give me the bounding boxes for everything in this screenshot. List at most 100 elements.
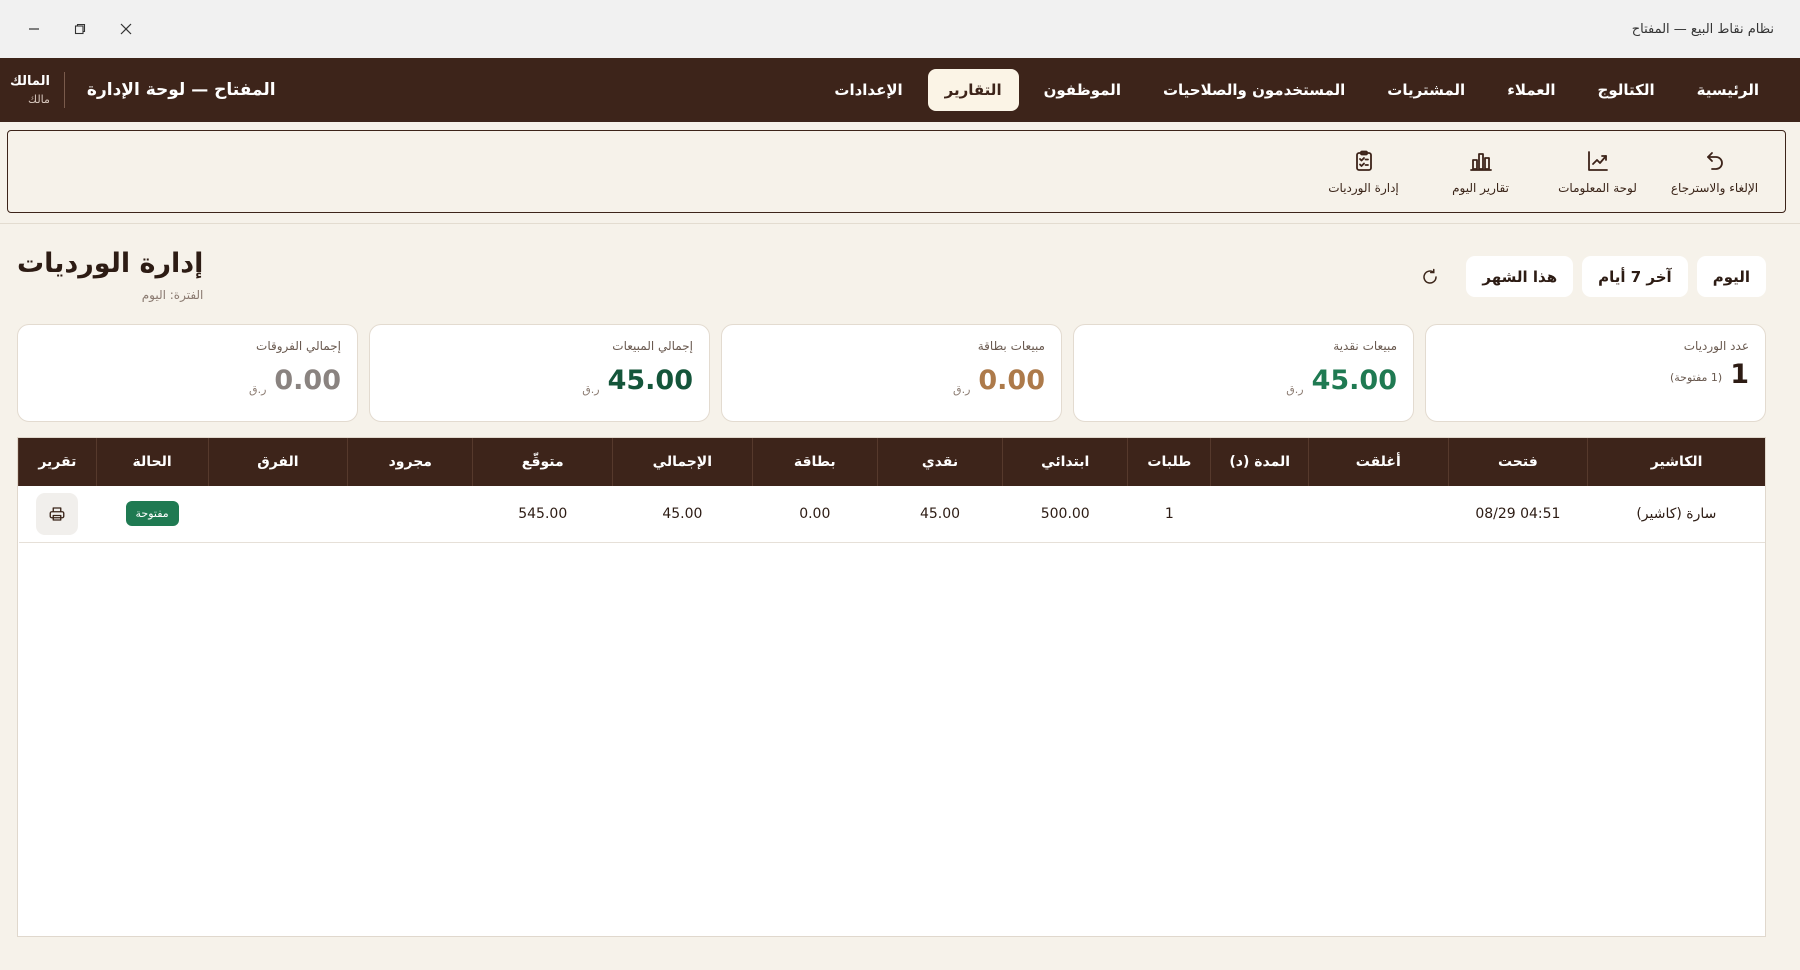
main-content: اليوم آخر 7 أيام هذا الشهر إدارة الورديا…	[0, 224, 1800, 937]
content-header: اليوم آخر 7 أيام هذا الشهر إدارة الورديا…	[17, 224, 1766, 324]
cell-card: 0.00	[752, 486, 878, 543]
subnav-item-label: إدارة الورديات	[1328, 180, 1399, 195]
col-duration[interactable]: المدة (د)	[1210, 438, 1309, 486]
tab-customers[interactable]: العملاء	[1490, 69, 1572, 111]
close-icon[interactable]	[118, 21, 134, 37]
cell-cashier: سارة (كاشير)	[1587, 486, 1765, 543]
col-orders[interactable]: طلبات	[1127, 438, 1211, 486]
shifts-table-card: الكاشير فتحت أغلقت المدة (د) طلبات ابتدا…	[17, 437, 1766, 937]
cell-total: 45.00	[612, 486, 753, 543]
tab-purchases[interactable]: المشتريات	[1370, 69, 1482, 111]
printer-icon	[49, 507, 65, 521]
page-heading: إدارة الورديات الفترة: اليوم	[17, 248, 203, 302]
tab-catalog[interactable]: الكتالوج	[1581, 69, 1672, 111]
kpi-shift-count: عدد الورديات 1 (1 مفتوحة)	[1425, 324, 1766, 422]
kpi-total-differences: إجمالي الفروقات 0.00 ر.ق	[17, 324, 358, 422]
print-report-button[interactable]	[36, 492, 79, 535]
refresh-icon	[1423, 268, 1438, 284]
kpi-value-row: 45.00 ر.ق	[386, 359, 693, 396]
col-status[interactable]: الحالة	[95, 438, 209, 486]
col-card[interactable]: بطاقة	[751, 438, 878, 486]
clipboard-check-icon	[1355, 150, 1372, 171]
tab-home[interactable]: الرئيسية	[1680, 69, 1776, 111]
cell-orders: 1	[1127, 486, 1211, 543]
kpi-value: 45.00	[607, 365, 693, 396]
col-closed[interactable]: أغلقت	[1307, 438, 1449, 486]
col-total[interactable]: الإجمالي	[612, 438, 753, 486]
col-cashier[interactable]: الكاشير	[1587, 438, 1765, 486]
cell-closed	[1308, 486, 1449, 543]
subnav-item-daily-reports[interactable]: تقارير اليوم	[1422, 137, 1539, 207]
cell-duration	[1210, 486, 1309, 543]
subnav-item-label: الإلغاء والاسترجاع	[1670, 180, 1759, 195]
kpi-value-row: 1 (1 مفتوحة)	[1442, 359, 1749, 390]
refresh-button[interactable]	[1415, 256, 1445, 297]
kpi-value-row: 0.00 ر.ق	[34, 359, 341, 396]
kpi-currency: ر.ق	[249, 383, 267, 396]
cell-counted	[347, 486, 473, 543]
trend-chart-icon	[1587, 150, 1608, 171]
restore-icon[interactable]	[72, 21, 88, 37]
cell-opened: 08/29 04:51	[1448, 486, 1588, 543]
status-badge: مفتوحة	[125, 501, 179, 527]
tab-reports[interactable]: التقارير	[927, 69, 1019, 111]
table-row[interactable]: سارة (كاشير) 08/29 04:51 1 500.00 45.00 …	[18, 486, 1765, 543]
period-7days-button[interactable]: آخر 7 أيام	[1582, 256, 1688, 297]
kpi-value-row: 0.00 ر.ق	[738, 359, 1045, 396]
page-subtitle: الفترة: اليوم	[141, 288, 204, 302]
col-opened[interactable]: فتحت	[1447, 438, 1588, 486]
tab-employees[interactable]: الموظفون	[1027, 69, 1138, 111]
subnav-item-dashboard[interactable]: لوحة المعلومات	[1539, 137, 1656, 207]
kpi-value: 45.00	[1311, 365, 1397, 396]
window-titlebar: نظام نقاط البيع — المفتاح	[0, 0, 1800, 58]
kpi-label: إجمالي الفروقات	[256, 339, 341, 353]
cell-expected: 545.00	[472, 486, 613, 543]
cell-status: مفتوحة	[96, 486, 209, 543]
cell-opened-value: 08/29 04:51	[1475, 505, 1561, 522]
kpi-label: إجمالي المبيعات	[612, 339, 693, 353]
page-title: إدارة الورديات	[17, 248, 204, 279]
kpi-value: 0.00	[274, 365, 341, 396]
user-info[interactable]: المالك مالك	[10, 74, 50, 106]
subnav-wrapper: الإلغاء والاسترجاع لوحة المعلومات تقارير…	[0, 122, 1800, 224]
kpi-cash-sales: مبيعات نقدية 45.00 ر.ق	[1073, 324, 1414, 422]
kpi-currency: ر.ق	[582, 383, 600, 396]
period-month-button[interactable]: هذا الشهر	[1466, 256, 1574, 297]
col-counted[interactable]: مجرود	[347, 438, 473, 486]
col-report: تقرير	[18, 438, 97, 486]
period-today-button[interactable]: اليوم	[1696, 256, 1766, 297]
kpi-currency: ر.ق	[953, 383, 971, 396]
period-filter: اليوم آخر 7 أيام هذا الشهر	[1415, 256, 1766, 297]
col-initial[interactable]: ابتدائي	[1002, 438, 1128, 486]
shifts-table: الكاشير فتحت أغلقت المدة (د) طلبات ابتدا…	[18, 438, 1765, 543]
main-tabs: الرئيسية الكتالوج العملاء المشتريات المس…	[817, 69, 1776, 111]
cell-report	[18, 486, 97, 543]
col-diff[interactable]: الفرق	[207, 438, 348, 486]
cell-initial: 500.00	[1002, 486, 1128, 543]
main-navbar: الرئيسية الكتالوج العملاء المشتريات المس…	[0, 58, 1800, 122]
kpi-subtext: (1 مفتوحة)	[1669, 371, 1723, 384]
kpi-card-sales: مبيعات بطاقة 0.00 ر.ق	[721, 324, 1062, 422]
user-role: مالك	[28, 93, 50, 106]
brand-title: المفتاح — لوحة الإدارة	[86, 80, 276, 100]
tab-settings[interactable]: الإعدادات	[817, 69, 919, 111]
kpi-value: 0.00	[978, 365, 1045, 396]
kpi-label: مبيعات بطاقة	[977, 339, 1045, 353]
kpi-value: 1	[1730, 359, 1749, 390]
subnav-item-voids-returns[interactable]: الإلغاء والاسترجاع	[1656, 137, 1773, 207]
table-header-row: الكاشير فتحت أغلقت المدة (د) طلبات ابتدا…	[18, 438, 1765, 486]
kpi-label: مبيعات نقدية	[1333, 339, 1397, 353]
reports-subnav: الإلغاء والاسترجاع لوحة المعلومات تقارير…	[7, 130, 1786, 213]
window-controls	[26, 21, 134, 37]
col-cash[interactable]: نقدي	[876, 438, 1003, 486]
kpi-currency: ر.ق	[1286, 383, 1304, 396]
col-expected[interactable]: متوقّع	[472, 438, 613, 486]
kpi-cards: عدد الورديات 1 (1 مفتوحة) مبيعات نقدية 4…	[17, 324, 1766, 422]
cell-diff	[208, 486, 348, 543]
user-name: المالك	[10, 74, 50, 89]
undo-icon	[1706, 151, 1723, 170]
minimize-icon[interactable]	[26, 21, 42, 37]
subnav-item-label: لوحة المعلومات	[1558, 180, 1637, 195]
tab-users-permissions[interactable]: المستخدمون والصلاحيات	[1146, 69, 1362, 111]
subnav-item-shift-management[interactable]: إدارة الورديات	[1305, 137, 1422, 207]
